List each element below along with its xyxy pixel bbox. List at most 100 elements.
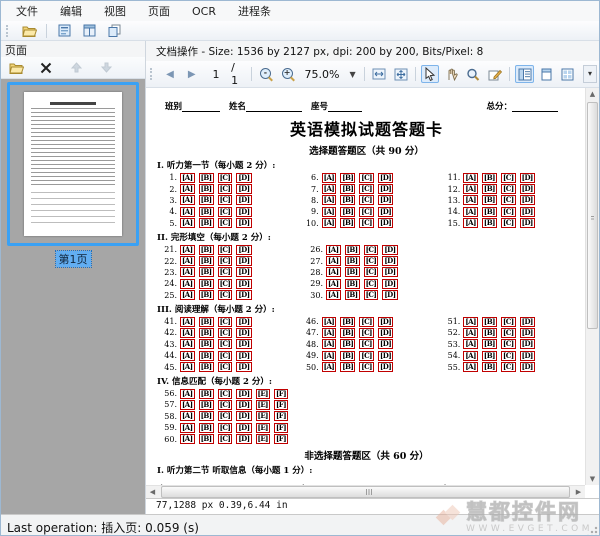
scroll-down-icon[interactable]: ▼ [586, 473, 599, 485]
blank-line [328, 102, 362, 112]
fit-width-button[interactable] [370, 65, 389, 83]
answer-option-zone: [C] [218, 245, 233, 255]
open-folder-icon [9, 62, 24, 74]
zoom-dropdown-arrow-icon[interactable]: ▼ [349, 70, 355, 79]
answer-option-zone: [C] [359, 207, 374, 217]
vertical-scroll-thumb[interactable] [587, 102, 598, 329]
section-grid: 21.[A][B][C][D]22.[A][B][C][D]23.[A][B][… [149, 244, 584, 301]
question-number: 60. [159, 435, 177, 444]
scroll-left-icon[interactable]: ◀ [146, 486, 159, 498]
answer-option-zone: [C] [364, 256, 379, 266]
horizontal-scroll-thumb[interactable] [161, 486, 570, 498]
horizontal-scrollbar[interactable]: ◀ ▶ [146, 485, 585, 498]
menu-item-1[interactable]: 编辑 [51, 1, 91, 21]
answer-option-zone: [D] [236, 411, 251, 421]
pan-tool-button[interactable] [442, 65, 461, 83]
answer-option-zone: [C] [218, 256, 233, 266]
answer-option-zone: [A] [322, 207, 337, 217]
layout-page-icon [540, 68, 553, 81]
answer-option-zone: [C] [501, 328, 516, 338]
answer-option-zone: [C] [218, 362, 233, 372]
answer-option-zone: [A] [463, 362, 478, 372]
layout-thumbs-only-button[interactable] [559, 65, 578, 83]
answer-option-zone: [D] [236, 389, 251, 399]
document-area: 文档操作 - Size: 1536 by 2127 px, dpi: 200 b… [146, 41, 599, 514]
question-row: 22.[A][B][C][D] [159, 255, 305, 266]
question-number: 48. [301, 340, 319, 349]
vertical-scrollbar[interactable]: ▲ ▼ [585, 88, 599, 485]
answer-option-zone: [B] [199, 245, 214, 255]
menu-item-3[interactable]: 页面 [139, 1, 179, 21]
page-thumbnail-selected[interactable] [7, 82, 139, 246]
scroll-up-icon[interactable]: ▲ [586, 88, 599, 100]
zoom-in-button[interactable]: + [279, 65, 298, 83]
answer-option-zone: [B] [482, 207, 497, 217]
insert-page-button[interactable] [54, 22, 74, 40]
menu-item-4[interactable]: OCR [183, 3, 225, 20]
document-viewport[interactable]: 班别 姓名 座号 总分： 英语模拟试题答题卡 选择题答题区（共 90 分） I.… [146, 88, 599, 498]
resize-grip[interactable] [586, 526, 598, 536]
magnifier-tool-button[interactable] [464, 65, 483, 83]
question-row: 21.[A][B][C][D] [159, 244, 305, 255]
answer-option-zone: [A] [322, 195, 337, 205]
layout-single-page-button[interactable] [537, 65, 556, 83]
non-select-title: 非选择题答题区（共 60 分） [149, 448, 584, 462]
question-number: 1. [159, 173, 177, 182]
answer-option-zone: [C] [359, 362, 374, 372]
answer-option-zone: [D] [520, 317, 535, 327]
question-number: 29. [305, 279, 323, 288]
answer-option-zone: [B] [199, 218, 214, 228]
answer-option-zone: [B] [482, 173, 497, 183]
arrow-down-icon [101, 62, 112, 73]
answer-option-zone: [D] [378, 184, 393, 194]
menu-item-2[interactable]: 视图 [95, 1, 135, 21]
content-area: 页面 [1, 41, 599, 514]
question-number: 21. [159, 245, 177, 254]
edit-zones-button[interactable] [486, 65, 505, 83]
layout-thumbs-page-button[interactable] [515, 65, 534, 83]
answer-option-zone: [A] [322, 184, 337, 194]
answer-option-zone: [C] [359, 184, 374, 194]
append-page-button[interactable] [79, 22, 99, 40]
pointer-cursor-icon [424, 67, 436, 81]
answer-option-zone: [A] [322, 339, 337, 349]
question-row: 43.[A][B][C][D] [159, 339, 301, 350]
menu-item-0[interactable]: 文件 [7, 1, 47, 21]
move-page-down-button[interactable] [96, 59, 116, 77]
answer-option-zone: [D] [520, 328, 535, 338]
question-row: 58.[A][B][C][D][E][F] [159, 411, 305, 422]
copy-page-button[interactable] [104, 22, 124, 40]
toolbar-overflow-button[interactable]: ▾ [583, 65, 597, 83]
edit-pencil-icon [488, 68, 502, 81]
fit-width-icon [372, 68, 386, 80]
field-name: 姓名 [229, 100, 302, 112]
question-number: 27. [305, 257, 323, 266]
fit-page-button[interactable] [391, 65, 410, 83]
question-row: 7.[A][B][C][D] [301, 183, 443, 194]
open-page-button[interactable] [6, 59, 26, 77]
select-tool-button[interactable] [421, 65, 440, 83]
menu-item-5[interactable]: 进程条 [229, 1, 280, 21]
answer-option-zone: [A] [322, 218, 337, 228]
page-thumbnail-label[interactable]: 第1页 [56, 251, 91, 267]
answer-option-zone: [C] [218, 218, 233, 228]
question-row: 45.[A][B][C][D] [159, 361, 301, 372]
open-file-button[interactable] [19, 22, 39, 40]
delete-page-button[interactable] [36, 59, 56, 77]
answer-option-zone: [D] [236, 279, 251, 289]
answer-option-zone: [D] [236, 339, 251, 349]
next-page-button[interactable]: ▶ [182, 65, 201, 83]
question-number: 5. [159, 219, 177, 228]
zoom-level-value[interactable]: 75.0% [304, 68, 340, 81]
question-number: 11. [442, 173, 460, 182]
answer-option-zone: [D] [520, 218, 535, 228]
zoom-out-button[interactable]: - [257, 65, 276, 83]
scroll-right-icon[interactable]: ▶ [572, 486, 585, 498]
answer-option-zone: [D] [382, 245, 397, 255]
question-row: 57.[A][B][C][D][E][F] [159, 399, 305, 410]
move-page-up-button[interactable] [66, 59, 86, 77]
prev-page-button[interactable]: ◀ [161, 65, 180, 83]
question-number: 13. [442, 196, 460, 205]
page-number-input[interactable]: 1 [204, 68, 228, 81]
question-row: 44.[A][B][C][D] [159, 350, 301, 361]
